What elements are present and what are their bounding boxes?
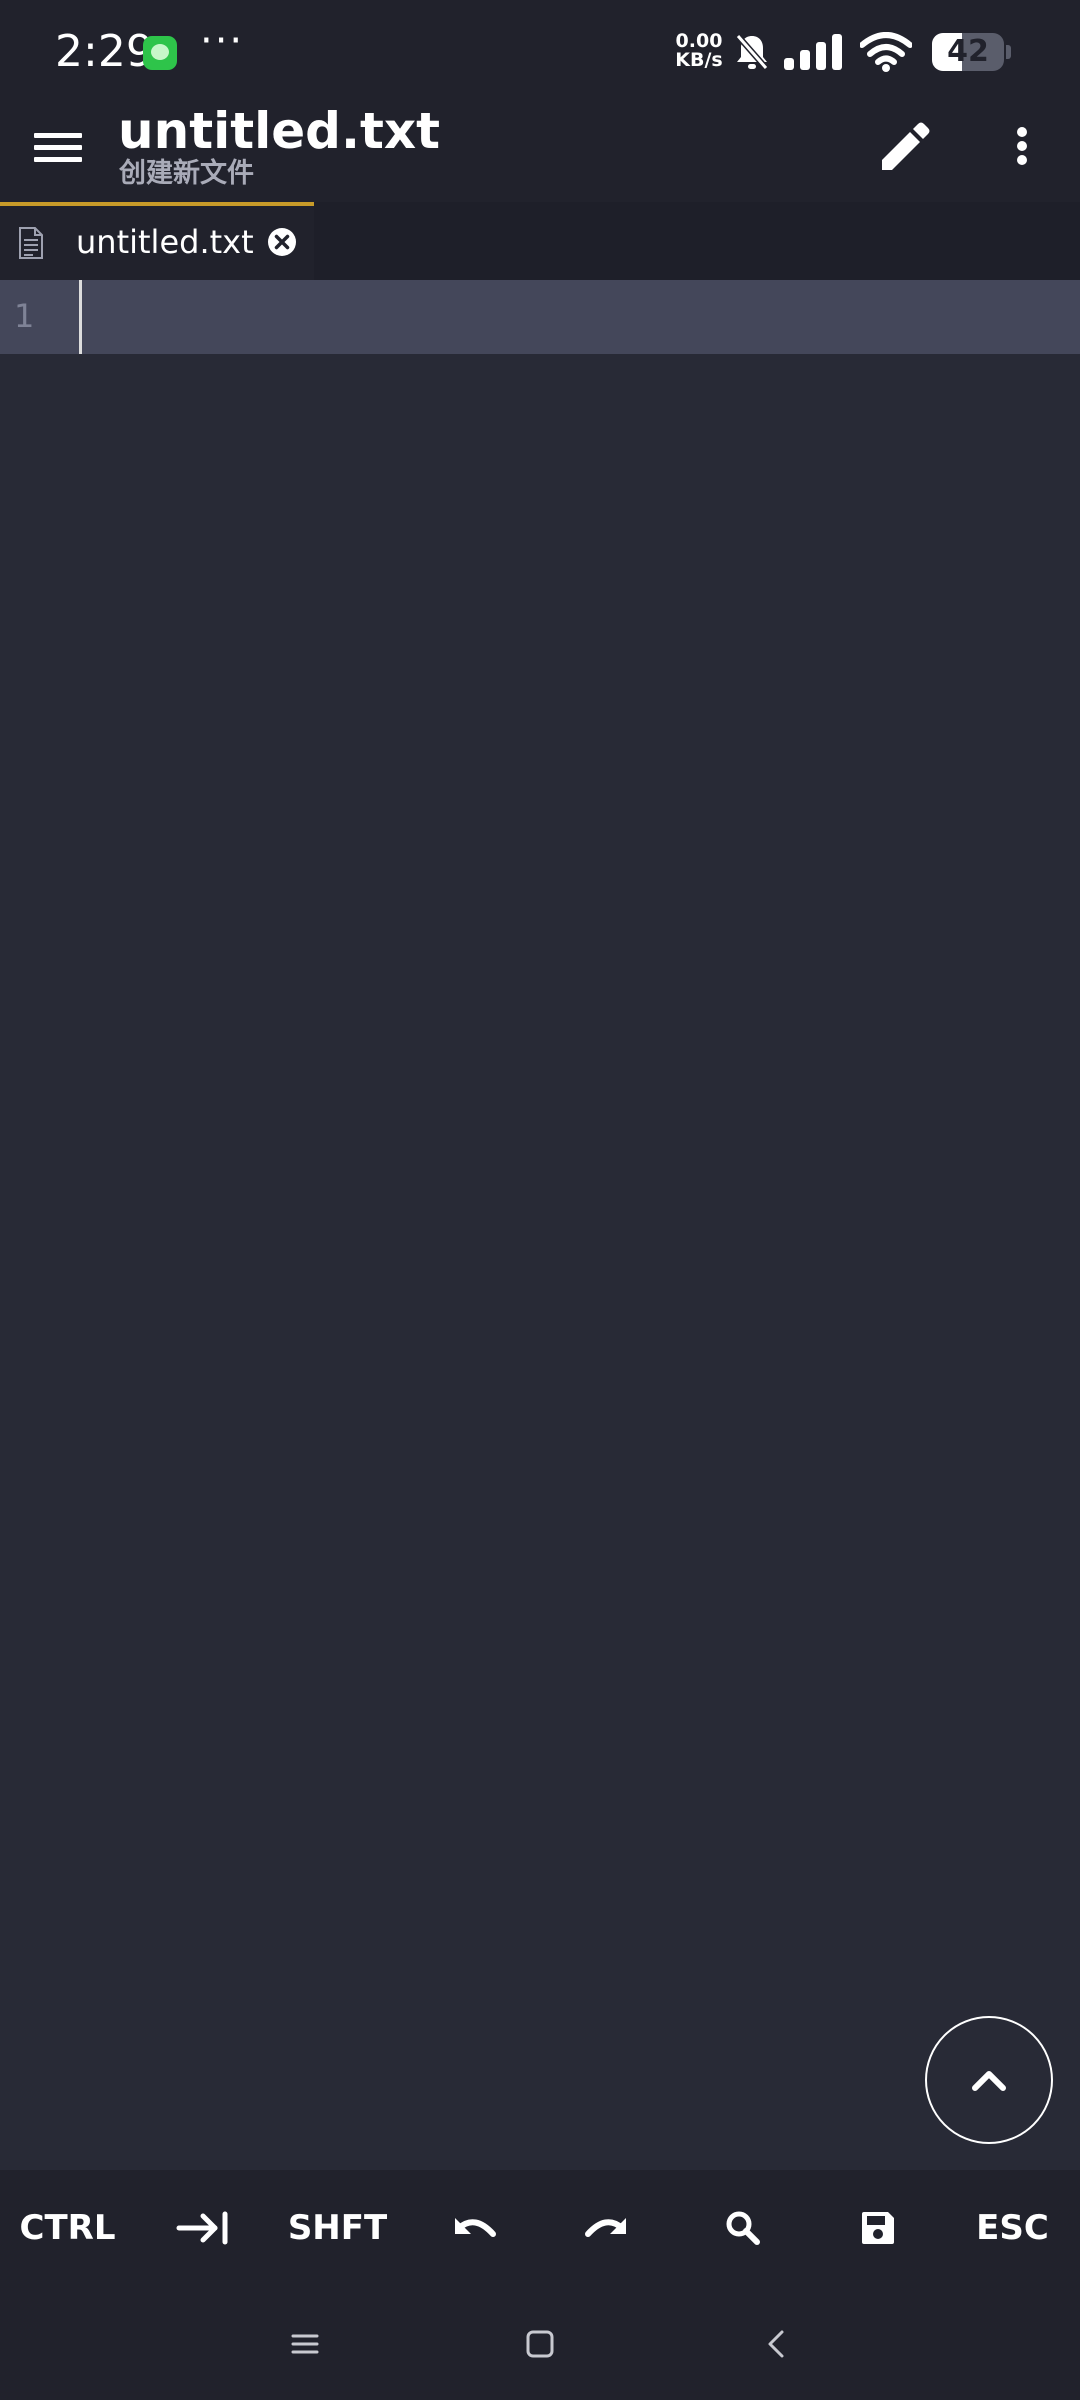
redo-key[interactable]: [540, 2170, 675, 2286]
battery-level: 42: [947, 34, 989, 69]
extra-keys-bar: CTRL SHFT ESC: [0, 2170, 1080, 2286]
bell-off-icon: [735, 34, 769, 70]
close-circle-icon[interactable]: [266, 226, 298, 258]
battery-tip: [1006, 45, 1011, 59]
undo-icon: [454, 2218, 496, 2237]
status-bar: 2:29 ··· 0.00 KB/s 42: [0, 0, 1080, 100]
system-navigation-bar: [0, 2286, 1080, 2400]
redo-icon: [584, 2218, 626, 2237]
status-time: 2:29: [55, 26, 154, 77]
undo-key[interactable]: [405, 2170, 540, 2286]
more-vert-icon: [1017, 127, 1027, 165]
tab-label: untitled.txt: [76, 223, 254, 261]
ctrl-key[interactable]: CTRL: [0, 2170, 135, 2286]
page-subtitle: 创建新文件: [119, 158, 254, 189]
back-icon: [768, 2330, 784, 2358]
home-button[interactable]: [504, 2308, 576, 2380]
scroll-up-button[interactable]: [925, 2016, 1053, 2144]
more-options-button[interactable]: [986, 110, 1058, 182]
pencil-icon: [882, 122, 930, 170]
recents-button[interactable]: [269, 2308, 341, 2380]
save-icon: [861, 2212, 894, 2244]
line-number: 1: [14, 297, 35, 335]
screen: 2:29 ··· 0.00 KB/s 42 untitled.txt 创建新文件…: [0, 0, 1080, 2400]
menu-icon: [34, 133, 82, 162]
battery-icon: 42: [932, 33, 1004, 71]
app-bar: untitled.txt 创建新文件: [0, 100, 1080, 202]
search-key[interactable]: [675, 2170, 810, 2286]
esc-key[interactable]: ESC: [945, 2170, 1080, 2286]
tab-key[interactable]: [135, 2170, 270, 2286]
home-icon: [526, 2330, 554, 2358]
text-cursor: [79, 280, 82, 354]
network-speed: 0.00 KB/s: [672, 32, 726, 70]
active-tab-indicator: [0, 202, 314, 206]
signal-icon: [784, 34, 842, 70]
editor-text[interactable]: [84, 280, 1080, 354]
message-app-icon: [143, 36, 177, 70]
current-line-highlight: 1: [0, 280, 1080, 354]
tab-untitled-txt[interactable]: untitled.txt: [0, 202, 314, 280]
tab-strip: untitled.txt: [0, 202, 1080, 280]
chevron-up-icon: [972, 2071, 1006, 2091]
network-speed-unit: KB/s: [675, 49, 723, 71]
menu-button[interactable]: [22, 110, 94, 182]
tab-icon: [176, 2211, 227, 2245]
back-button[interactable]: [741, 2308, 813, 2380]
search-icon: [726, 2211, 760, 2245]
wifi-icon: [860, 32, 912, 72]
page-title: untitled.txt: [118, 102, 441, 160]
shift-key[interactable]: SHFT: [270, 2170, 405, 2286]
file-text-icon: [19, 227, 43, 259]
status-more-indicator: ···: [200, 18, 245, 64]
editor[interactable]: 1: [0, 280, 1080, 2170]
save-key[interactable]: [810, 2170, 945, 2286]
edit-button[interactable]: [868, 110, 940, 182]
recents-icon: [291, 2334, 319, 2354]
